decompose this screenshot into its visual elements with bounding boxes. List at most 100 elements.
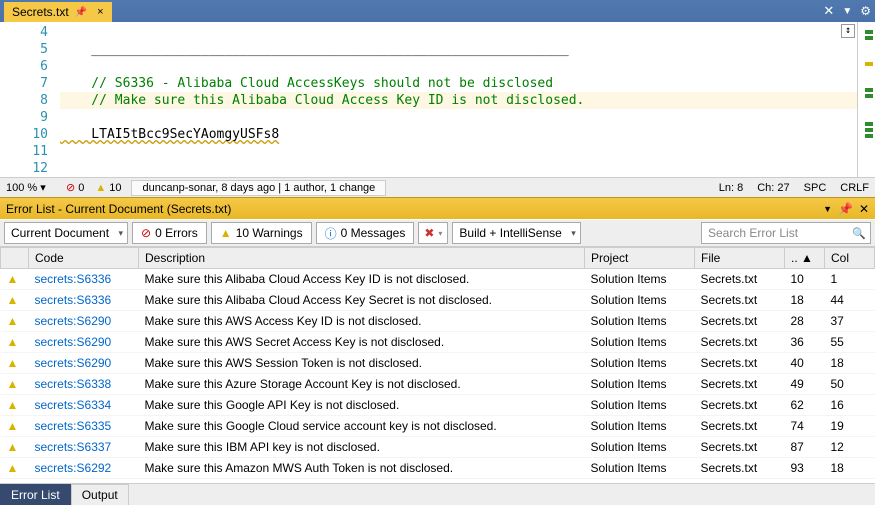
rule-code-link[interactable]: secrets:S6290 [35, 335, 112, 349]
warning-icon: ▲ [7, 398, 19, 412]
table-row[interactable]: ▲ secrets:S6292 Make sure this Amazon MWS … [1, 458, 875, 479]
clear-filters-button[interactable]: ✖▾ [418, 222, 448, 244]
cell-file: Secrets.txt [695, 332, 785, 353]
marker-bar[interactable] [857, 22, 875, 177]
error-list-grid[interactable]: Code Description Project File .. ▲ Col ▲… [0, 247, 875, 483]
table-row[interactable]: ▲secrets:S6337Make sure this IBM API key… [1, 437, 875, 458]
table-row[interactable]: ▲secrets:S6290Make sure this AWS Session… [1, 353, 875, 374]
column-header-col[interactable]: Col [825, 248, 875, 269]
cell-project: Solution Items [585, 290, 695, 311]
line-ending-mode[interactable]: CRLF [840, 182, 869, 194]
rule-code-link[interactable]: secrets:S6290 [35, 356, 112, 370]
table-row[interactable]: ▲secrets:S6338Make sure this Azure Stora… [1, 374, 875, 395]
expand-collapse-button[interactable]: ↕ [841, 24, 855, 38]
warning-count: 10 [109, 182, 121, 194]
cell-project: Solution Items [585, 269, 695, 290]
cell-description: Make sure this Alibaba Cloud Access Key … [139, 269, 585, 290]
cell-col: 19 [825, 416, 875, 437]
errors-filter-button[interactable]: ⊘0 Errors [132, 222, 207, 244]
editor-status-bar: 100 % ▾ ⊘ 0 ▲ 10 duncanp-sonar, 8 days a… [0, 177, 875, 197]
warning-icon: ▲ [7, 335, 19, 349]
cell-project: Solution Items [585, 353, 695, 374]
cell-description: Make sure this IBM API key is not disclo… [139, 437, 585, 458]
cell-col: 12 [825, 437, 875, 458]
table-row[interactable]: ▲secrets:S6336Make sure this Alibaba Clo… [1, 290, 875, 311]
table-row[interactable]: ▲secrets:S6335Make sure this Google Clou… [1, 416, 875, 437]
column-header-code[interactable]: Code [29, 248, 139, 269]
rule-code-link[interactable]: secrets:S6290 [35, 314, 112, 328]
rule-code-link[interactable]: secrets:S6336 [35, 293, 112, 307]
git-blame-info[interactable]: duncanp-sonar, 8 days ago | 1 author, 1 … [131, 180, 386, 196]
rule-code-link[interactable]: secrets:S6334 [35, 398, 112, 412]
column-header-project[interactable]: Project [585, 248, 695, 269]
cell-description: Make sure this AWS Access Key ID is not … [139, 311, 585, 332]
tab-error-list[interactable]: Error List [0, 484, 71, 505]
cursor-line: Ln: 8 [719, 182, 743, 194]
rule-code-link[interactable]: secrets:S6335 [35, 419, 112, 433]
messages-filter-button[interactable]: ⓘ0 Messages [316, 222, 415, 244]
window-dropdown-icon[interactable]: ▼ [842, 6, 852, 17]
cell-project: Solution Items [585, 332, 695, 353]
cell-project: Solution Items [585, 416, 695, 437]
grid-header-row: Code Description Project File .. ▲ Col [1, 248, 875, 269]
close-tab-icon[interactable]: × [97, 6, 103, 18]
warning-count-icon[interactable]: ▲ [95, 182, 106, 194]
cell-line: 87 [785, 437, 825, 458]
indent-mode[interactable]: SPC [804, 182, 827, 194]
panel-dropdown-icon[interactable]: ▼ [823, 204, 832, 214]
pin-icon[interactable]: 📌 [75, 7, 87, 18]
column-header-file[interactable]: File [695, 248, 785, 269]
panel-pin-icon[interactable]: 📌 [838, 202, 853, 216]
cell-description: Make sure this Amazon MWS Auth Token is … [139, 458, 585, 479]
gear-icon[interactable]: ⚙ [860, 4, 871, 18]
cursor-char: Ch: 27 [757, 182, 789, 194]
rule-code-link[interactable]: secrets:S6338 [35, 377, 112, 391]
cell-file: Secrets.txt [695, 353, 785, 374]
column-header-line[interactable]: .. ▲ [785, 248, 825, 269]
panel-close-icon[interactable]: ✕ [859, 202, 869, 216]
table-row[interactable]: ▲ secrets:S6336 Make sure this Alibaba Clo… [1, 269, 875, 290]
zoom-selector[interactable]: 100 % ▾ [6, 181, 56, 194]
cell-description: Make sure this AWS Session Token is not … [139, 353, 585, 374]
cell-file: Secrets.txt [695, 290, 785, 311]
rule-code-link[interactable]: secrets:S6337 [35, 440, 112, 454]
error-count-icon[interactable]: ⊘ [66, 181, 75, 194]
cell-col: 1 [825, 269, 875, 290]
document-tab-bar: Secrets.txt 📌 × ✕ ▼ ⚙ [0, 0, 875, 22]
cell-project: Solution Items [585, 374, 695, 395]
line-gutter: 456789101112 [0, 22, 60, 177]
code-editor[interactable]: 456789101112 ___________________________… [0, 22, 875, 177]
warning-icon: ▲ [7, 272, 19, 286]
cell-file: Secrets.txt [695, 311, 785, 332]
cell-description: Make sure this Azure Storage Account Key… [139, 374, 585, 395]
cell-col: 18 [825, 458, 875, 479]
cell-description: Make sure this Google API Key is not dis… [139, 395, 585, 416]
cell-file: Secrets.txt [695, 374, 785, 395]
cell-line: 93 [785, 458, 825, 479]
cell-project: Solution Items [585, 395, 695, 416]
table-row[interactable]: ▲secrets:S6290Make sure this AWS Access … [1, 311, 875, 332]
error-list-title: Error List - Current Document (Secrets.t… [6, 202, 231, 216]
cell-file: Secrets.txt [695, 458, 785, 479]
warning-icon: ▲ [7, 461, 19, 475]
error-search-input[interactable]: Search Error List [701, 222, 871, 244]
cell-col: 18 [825, 353, 875, 374]
source-selector[interactable]: Build + IntelliSense [452, 222, 580, 244]
scope-selector[interactable]: Current Document [4, 222, 128, 244]
rule-code-link[interactable]: secrets:S6292 [35, 461, 112, 475]
cell-line: 18 [785, 290, 825, 311]
column-header-icon[interactable] [1, 248, 29, 269]
cell-project: Solution Items [585, 311, 695, 332]
column-header-description[interactable]: Description [139, 248, 585, 269]
cell-line: 36 [785, 332, 825, 353]
error-list-title-bar: Error List - Current Document (Secrets.t… [0, 197, 875, 219]
code-area[interactable]: ________________________________________… [60, 22, 857, 177]
warnings-filter-button[interactable]: ▲10 Warnings [211, 222, 312, 244]
rule-code-link[interactable]: secrets:S6336 [35, 272, 112, 286]
tab-output[interactable]: Output [71, 484, 129, 505]
document-tab[interactable]: Secrets.txt 📌 × [4, 2, 112, 22]
table-row[interactable]: ▲ secrets:S6334 Make sure this Google API … [1, 395, 875, 416]
window-close-icon[interactable]: ✕ [823, 3, 834, 19]
table-row[interactable]: ▲secrets:S6290Make sure this AWS Secret … [1, 332, 875, 353]
bottom-tab-bar: Error List Output [0, 483, 875, 505]
